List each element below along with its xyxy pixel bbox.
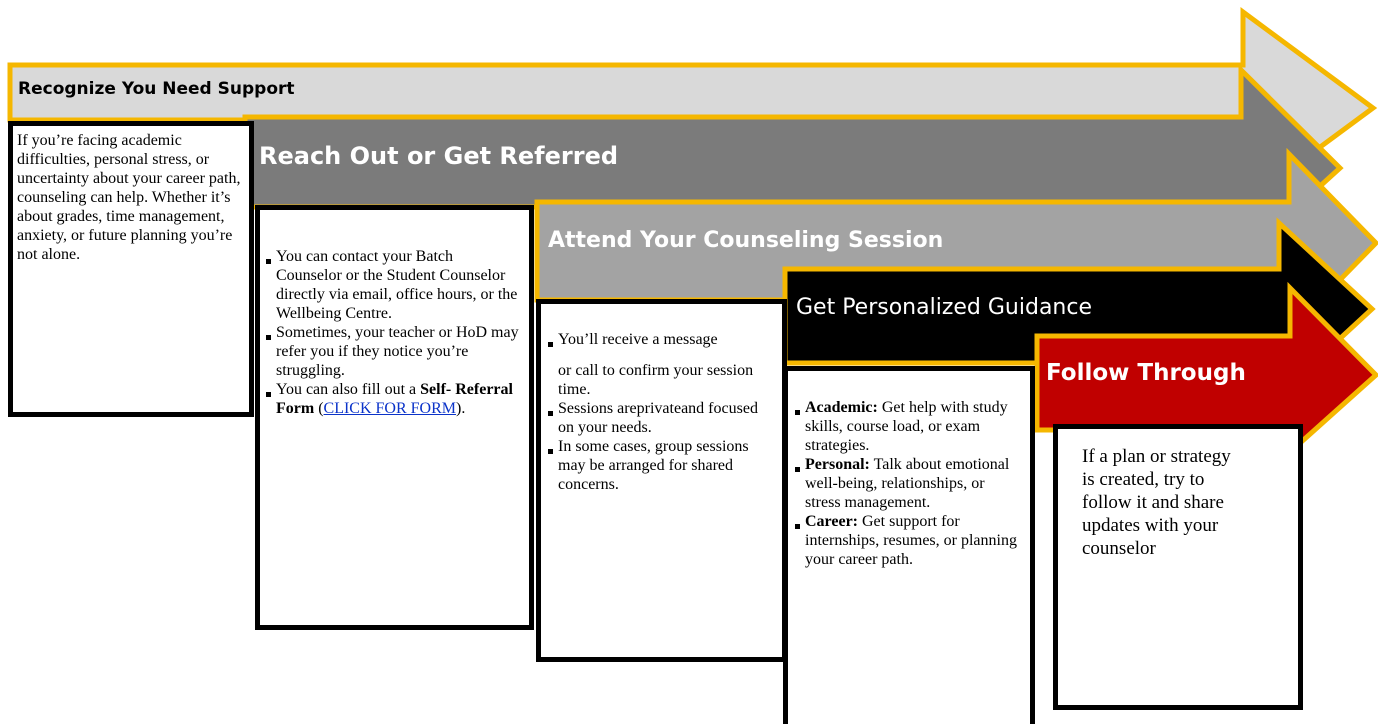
step-3-title: Attend Your Counseling Session (548, 228, 944, 253)
list-item: You can also fill out a Self- Referral F… (265, 380, 521, 418)
list-item: You can contact your Batch Counselor or … (265, 247, 521, 323)
list-item: In some cases, group sessions may be arr… (547, 437, 774, 494)
list-item: You’ll receive a message or call to confi… (547, 330, 774, 399)
step-2-box: You can contact your Batch Counselor or … (255, 205, 534, 630)
step-2-list: You can contact your Batch Counselor or … (265, 247, 521, 418)
step-1-title: Recognize You Need Support (18, 79, 295, 99)
personal-label: Personal: (805, 456, 870, 473)
step-2-bullet-3-close: ). (456, 400, 466, 417)
step-2-title: Reach Out or Get Referred (259, 142, 619, 170)
step-4-box: Academic: Get help with study skills, co… (783, 366, 1035, 724)
step-4-title: Get Personalized Guidance (796, 295, 1093, 320)
step-2-bullet-3-prefix: You can also fill out a (276, 381, 417, 398)
list-item: Career: Get support for internships, res… (794, 512, 1024, 569)
career-label: Career: (805, 513, 858, 530)
list-item: Personal: Talk about emotional well-bein… (794, 455, 1024, 512)
step-3-bullet-1-line-2: or call to confirm your session time. (558, 362, 754, 398)
step-5-title: Follow Through (1046, 360, 1246, 386)
list-item: Academic: Get help with study skills, co… (794, 398, 1024, 455)
step-5-text: If a plan or strategy is created, try to… (1082, 446, 1231, 559)
step-5-box: If a plan or strategy is created, try to… (1053, 424, 1303, 710)
list-item: Sessions areprivateand focused on your n… (547, 399, 774, 437)
step-3-box: You’ll receive a message or call to confi… (536, 299, 787, 662)
step-1-box: If you’re facing academic difficulties, … (8, 121, 254, 417)
step-1-text: If you’re facing academic difficulties, … (17, 132, 241, 263)
step-4-list: Academic: Get help with study skills, co… (794, 398, 1024, 569)
referral-form-link[interactable]: CLICK FOR FORM (324, 400, 456, 417)
step-3-bullet-1-line-1: You’ll receive a message (558, 331, 718, 348)
step-3-list: You’ll receive a message or call to confi… (547, 330, 774, 494)
academic-label: Academic: (805, 399, 878, 416)
list-item: Sometimes, your teacher or HoD may refer… (265, 323, 521, 380)
